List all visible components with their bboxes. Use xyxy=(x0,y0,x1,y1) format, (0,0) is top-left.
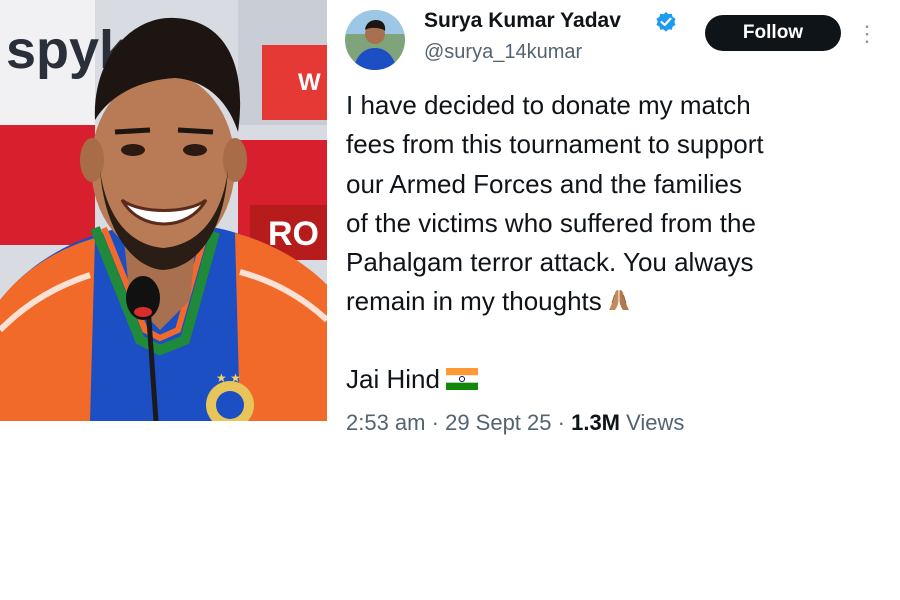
tweet-line: our Armed Forces and the families xyxy=(346,168,742,199)
author-name[interactable]: Surya Kumar Yadav xyxy=(424,9,621,33)
meta-separator: · xyxy=(431,410,439,435)
views-label: Views xyxy=(626,410,685,435)
india-flag-icon xyxy=(445,364,478,390)
follow-button[interactable]: Follow xyxy=(705,15,841,51)
sign-text-right-top: W xyxy=(298,69,321,96)
press-conference-photo: spyk W RO ★ ★ xyxy=(0,0,327,421)
views-count: 1.3M xyxy=(571,410,621,435)
tweet-line-text: remain in my thoughts xyxy=(346,286,602,317)
tweet-time[interactable]: 2:53 am xyxy=(346,410,426,435)
tweet-text: I have decided to donate my match fees f… xyxy=(346,86,886,322)
sign-text-right-bottom: RO xyxy=(268,215,319,253)
meta-separator: · xyxy=(557,410,565,435)
svg-text:★ ★: ★ ★ xyxy=(216,371,241,385)
profile-avatar[interactable] xyxy=(345,10,405,70)
verified-badge-icon xyxy=(655,11,677,33)
author-handle[interactable]: @surya_14kumar xyxy=(424,41,582,64)
tweet-meta: 2:53 am · 29 Sept 25 · 1.3M Views xyxy=(346,410,684,436)
tweet-line: I have decided to donate my match xyxy=(346,90,751,120)
tweet-line: fees from this tournament to support xyxy=(346,129,764,160)
closing-line: Jai Hind xyxy=(346,362,478,396)
tweet-line-last: remain in my thoughts xyxy=(346,282,886,321)
more-options-icon[interactable]: ⋮ xyxy=(856,23,878,45)
tweet-line: Pahalgam terror attack. You always xyxy=(346,247,754,278)
tweet-date[interactable]: 29 Sept 25 xyxy=(445,410,551,435)
tweet-line: of the victims who suffered from the xyxy=(346,207,756,238)
folded-hands-icon xyxy=(606,285,632,311)
closing-text: Jai Hind xyxy=(346,364,440,394)
